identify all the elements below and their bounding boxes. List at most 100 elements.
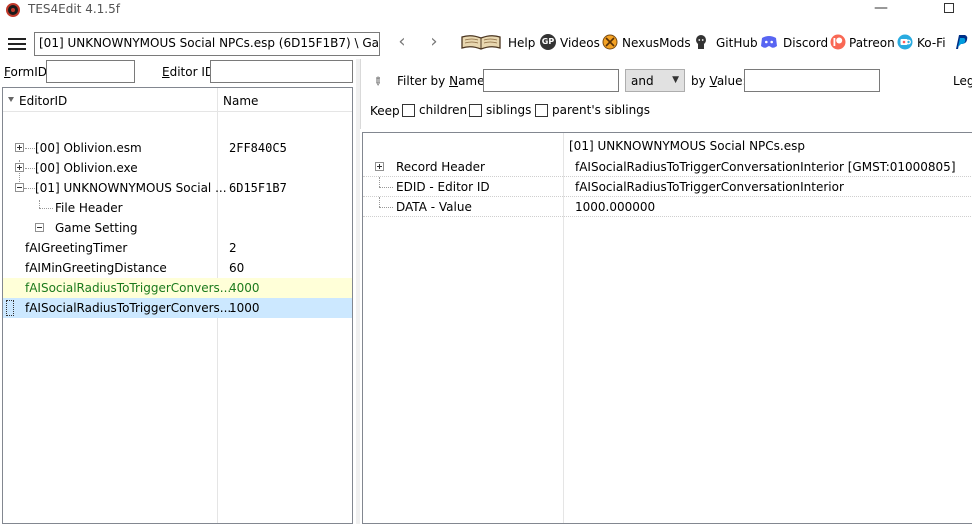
record-key: EDID - Editor ID	[396, 180, 490, 194]
tree-row[interactable]: fAIMinGreetingDistance 60	[3, 258, 352, 278]
navigation-pane: FormID Editor ID EditorID Name [00] Obli…	[0, 59, 356, 524]
help-label: Help	[508, 36, 536, 50]
tree-row-selected[interactable]: fAISocialRadiusToTriggerConvers... 1000	[3, 298, 352, 318]
gp-icon: GP	[540, 34, 556, 50]
sort-descending-icon	[8, 97, 14, 102]
tree-row[interactable]: File Header	[3, 198, 352, 218]
tree-row[interactable]: fAIGreetingTimer 2	[3, 238, 352, 258]
editorid-label: Editor ID	[162, 65, 215, 79]
record-row[interactable]: EDID - Editor ID fAISocialRadiusToTrigge…	[363, 177, 972, 197]
tree-row-name: 6D15F1B7	[229, 181, 287, 195]
keep-children-checkbox[interactable]	[402, 104, 415, 117]
keep-siblings-label: siblings	[486, 103, 532, 117]
nav-filter-row: FormID Editor ID	[0, 59, 356, 85]
record-row[interactable]: Record Header fAISocialRadiusToTriggerCo…	[363, 157, 972, 177]
column-header-editorid[interactable]: EditorID	[19, 94, 67, 108]
tree-row[interactable]: [01] UNKNOWNYMOUS Social ... 6D15F1B7	[3, 178, 352, 198]
keep-siblings-checkbox[interactable]	[469, 104, 482, 117]
record-value: fAISocialRadiusToTriggerConversationInte…	[575, 180, 844, 194]
discord-link[interactable]: Discord	[760, 35, 828, 55]
maximize-button[interactable]	[926, 0, 972, 22]
videos-link[interactable]: GP Videos	[540, 34, 600, 55]
legend-label[interactable]: Leg	[953, 74, 972, 88]
maximize-icon	[944, 3, 954, 13]
tree-row-label: [01] UNKNOWNYMOUS Social ...	[35, 181, 227, 195]
filter-by-name-label: Filter by Name:	[397, 74, 489, 88]
expand-icon[interactable]	[15, 143, 24, 152]
patreon-label: Patreon	[849, 36, 895, 50]
expand-icon[interactable]	[15, 163, 24, 172]
keep-parents-siblings-checkbox[interactable]	[535, 104, 548, 117]
discord-icon	[761, 36, 777, 48]
tree-row-label: File Header	[55, 201, 123, 215]
nexusmods-label: NexusMods	[622, 36, 691, 50]
filter-logic-value: and	[631, 74, 654, 88]
github-link[interactable]: GitHub	[693, 35, 758, 55]
tree-row-label: fAISocialRadiusToTriggerConvers...	[25, 281, 232, 295]
help-link[interactable]: Help	[460, 35, 536, 55]
tree-connector	[379, 207, 393, 208]
keep-label: Keep	[370, 104, 400, 118]
kofi-label: Ko-Fi	[917, 36, 946, 50]
record-view-grid[interactable]: [01] UNKNOWNYMOUS Social NPCs.esp Record…	[362, 132, 972, 524]
menu-icon[interactable]	[8, 38, 26, 50]
expand-icon[interactable]	[375, 162, 384, 171]
forward-button[interactable]: ›	[424, 33, 444, 53]
tree-row-label: fAISocialRadiusToTriggerConvers...	[25, 301, 232, 315]
tree-row-name: 4000	[229, 281, 260, 295]
formid-input[interactable]	[46, 60, 135, 83]
window-title: TES4Edit 4.1.5f	[28, 2, 120, 16]
tree-row-label: fAIGreetingTimer	[25, 241, 128, 255]
tree-row-highlighted[interactable]: fAISocialRadiusToTriggerConvers... 4000	[3, 278, 352, 298]
back-button[interactable]: ‹	[392, 33, 412, 53]
tree-connector	[379, 197, 380, 207]
record-key: Record Header	[396, 160, 485, 174]
main-toolbar: [01] UNKNOWNYMOUS Social NPCs.esp (6D15F…	[0, 27, 972, 59]
keep-children-label: children	[419, 103, 468, 117]
record-path-field[interactable]: [01] UNKNOWNYMOUS Social NPCs.esp (6D15F…	[34, 32, 380, 56]
tree-row[interactable]: [00] Oblivion.exe	[3, 158, 352, 178]
tree-row-label: [00] Oblivion.esm	[35, 141, 142, 155]
column-header-name[interactable]: Name	[223, 94, 258, 108]
record-value: 1000.000000	[575, 200, 656, 214]
view-column-header: [01] UNKNOWNYMOUS Social NPCs.esp	[569, 139, 805, 153]
tree-row-name: 2FF840C5	[229, 141, 287, 155]
app-icon	[6, 3, 20, 17]
filter-logic-dropdown[interactable]: and ▼	[625, 69, 685, 92]
tree-row-label: Game Setting	[55, 221, 138, 235]
record-key: DATA - Value	[396, 200, 472, 214]
tree-row[interactable]: Game Setting	[3, 218, 352, 238]
kofi-link[interactable]: Ko-Fi	[897, 34, 949, 55]
chevron-down-icon: ▼	[672, 75, 679, 85]
tree-connector	[379, 177, 380, 187]
kofi-icon	[897, 34, 913, 50]
patreon-icon	[830, 34, 846, 50]
by-value-label: by Value:	[691, 74, 747, 88]
minimize-button[interactable]: —	[858, 0, 904, 22]
tree-header: EditorID Name	[3, 88, 352, 112]
editorid-input[interactable]	[210, 60, 353, 83]
nexusmods-link[interactable]: NexusMods	[602, 34, 691, 55]
focus-indicator	[6, 300, 14, 316]
collapse-icon[interactable]	[35, 223, 44, 232]
nexus-icon	[602, 34, 618, 50]
pin-icon[interactable]: ✎	[370, 74, 386, 90]
tree-connector	[379, 187, 393, 188]
patreon-link[interactable]: Patreon	[830, 34, 895, 55]
tree-row-name: 2	[229, 241, 237, 255]
collapse-icon[interactable]	[15, 183, 24, 192]
tree-row-label: [00] Oblivion.exe	[35, 161, 138, 175]
record-row[interactable]: DATA - Value 1000.000000	[363, 197, 972, 217]
github-icon	[696, 35, 706, 49]
filter-name-input[interactable]	[483, 69, 619, 92]
filter-value-input[interactable]	[744, 69, 880, 92]
title-bar: TES4Edit 4.1.5f —	[0, 0, 972, 24]
tree-row[interactable]: [00] Oblivion.esm 2FF840C5	[3, 138, 352, 158]
paypal-icon[interactable]	[954, 34, 968, 50]
record-tree[interactable]: EditorID Name [00] Oblivion.esm 2FF840C5…	[2, 87, 353, 524]
view-filter-panel: ✎ Filter by Name: and ▼ by Value: Leg Ke…	[360, 59, 972, 129]
tree-row-name: 60	[229, 261, 245, 275]
record-value: fAISocialRadiusToTriggerConversationInte…	[575, 160, 956, 174]
keep-parents-siblings-label: parent's siblings	[552, 103, 651, 117]
github-label: GitHub	[716, 36, 758, 50]
